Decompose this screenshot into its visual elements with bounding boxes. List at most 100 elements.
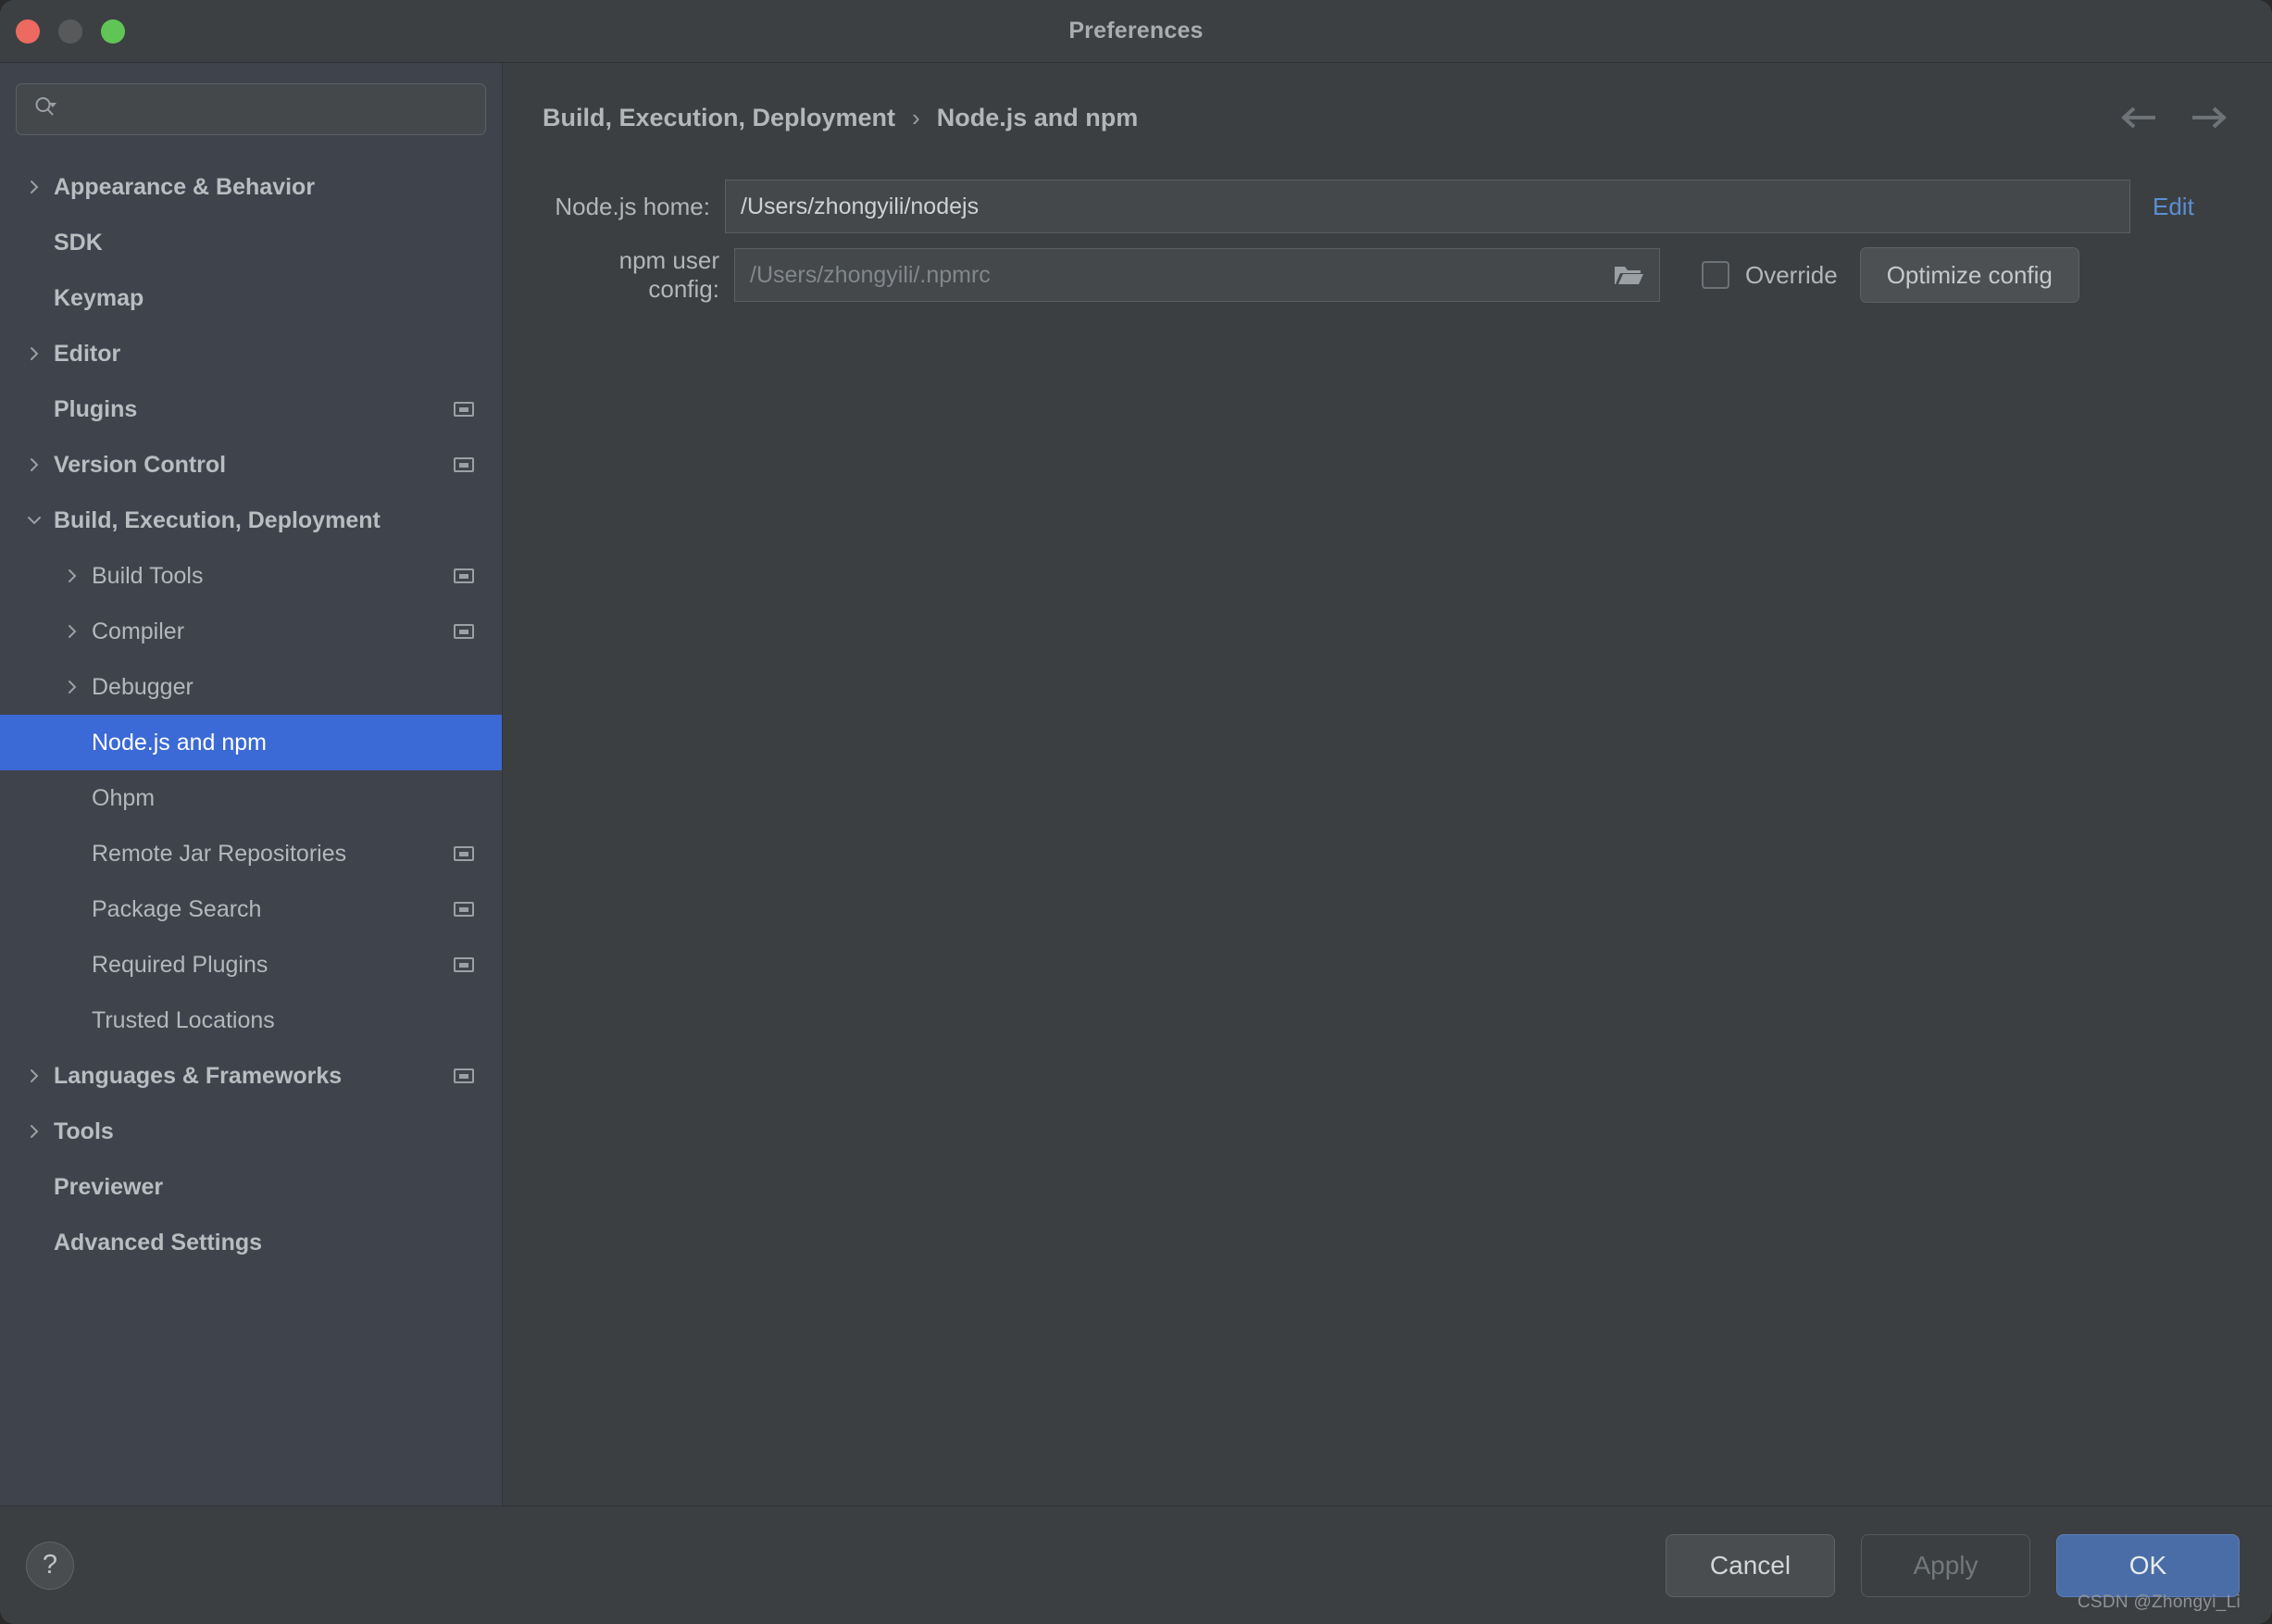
chevron-right-icon <box>53 844 92 863</box>
sidebar-item-debugger[interactable]: Debugger <box>0 659 502 715</box>
sidebar-item-label: Ohpm <box>92 784 156 811</box>
close-window-button[interactable] <box>16 19 40 44</box>
sidebar-item-label: Trusted Locations <box>92 1006 275 1033</box>
ok-button[interactable]: OK <box>2056 1533 2240 1597</box>
project-settings-indicator-icon <box>454 846 474 861</box>
sidebar-item-label: Languages & Frameworks <box>54 1062 343 1089</box>
maximize-window-button[interactable] <box>101 19 125 44</box>
project-settings-indicator-icon <box>454 457 474 472</box>
sidebar-item-label: Debugger <box>92 673 193 700</box>
breadcrumb-current: Node.js and npm <box>936 103 1139 131</box>
preferences-window: Preferences Appearance & Behavior SDK Keym <box>0 0 2272 1624</box>
sidebar-item-label: Build Tools <box>92 562 204 589</box>
folder-icon[interactable] <box>1613 262 1644 288</box>
npm-user-config-input[interactable]: /Users/zhongyili/.npmrc <box>734 248 1660 302</box>
sidebar-item-build-tools[interactable]: Build Tools <box>0 548 502 604</box>
sidebar-item-version-control[interactable]: Version Control <box>0 437 502 493</box>
chevron-right-icon[interactable] <box>15 456 54 474</box>
chevron-right-icon[interactable] <box>53 622 92 641</box>
sidebar-item-sdk[interactable]: SDK <box>0 215 502 270</box>
sidebar-item-label: Keymap <box>54 284 144 311</box>
sidebar-item-required-plugins[interactable]: Required Plugins <box>0 937 502 993</box>
sidebar-item-label: Build, Execution, Deployment <box>54 506 381 533</box>
override-checkbox[interactable] <box>1702 261 1729 289</box>
sidebar-item-advanced-settings[interactable]: Advanced Settings <box>0 1215 502 1270</box>
breadcrumb-parent[interactable]: Build, Execution, Deployment <box>543 104 895 132</box>
optimize-config-button[interactable]: Optimize config <box>1859 247 2079 303</box>
chevron-right-icon <box>15 233 54 252</box>
override-control[interactable]: Override <box>1702 261 1838 290</box>
chevron-right-icon: › <box>912 103 920 131</box>
sidebar-item-build-execution-deployment[interactable]: Build, Execution, Deployment <box>0 493 502 548</box>
project-settings-indicator-icon <box>454 902 474 917</box>
chevron-right-icon <box>15 400 54 418</box>
npm-user-config-placeholder: /Users/zhongyili/.npmrc <box>750 261 991 288</box>
sidebar-item-label: Package Search <box>92 895 262 922</box>
chevron-down-icon[interactable] <box>15 511 54 530</box>
sidebar-item-label: Appearance & Behavior <box>54 173 316 200</box>
project-settings-indicator-icon <box>454 624 474 639</box>
npm-user-config-label: npm user config: <box>618 246 719 303</box>
chevron-right-icon[interactable] <box>15 344 54 363</box>
search-input[interactable] <box>67 97 468 121</box>
sidebar-item-keymap[interactable]: Keymap <box>0 270 502 326</box>
chevron-right-icon[interactable] <box>15 178 54 196</box>
sidebar-item-node-js-and-npm[interactable]: Node.js and npm <box>0 715 502 770</box>
search-icon <box>33 95 57 124</box>
settings-tree: Appearance & Behavior SDK Keymap Editor Plug… <box>0 159 502 1505</box>
forward-arrow-icon[interactable] <box>2187 96 2229 139</box>
chevron-right-icon <box>53 900 92 918</box>
sidebar-item-ohpm[interactable]: Ohpm <box>0 770 502 826</box>
settings-sidebar: Appearance & Behavior SDK Keymap Editor Plug… <box>0 63 503 1505</box>
sidebar-item-compiler[interactable]: Compiler <box>0 604 502 659</box>
window-body: Appearance & Behavior SDK Keymap Editor Plug… <box>0 63 2272 1505</box>
project-settings-indicator-icon <box>454 568 474 583</box>
footer-buttons: Cancel Apply OK <box>1666 1533 2240 1597</box>
project-settings-indicator-icon <box>454 1068 474 1083</box>
sidebar-item-label: SDK <box>54 229 103 256</box>
chevron-right-icon <box>53 956 92 974</box>
sidebar-item-editor[interactable]: Editor <box>0 326 502 381</box>
sidebar-item-label: Version Control <box>54 451 227 478</box>
minimize-window-button[interactable] <box>58 19 82 44</box>
chevron-right-icon <box>15 1233 54 1252</box>
npm-user-config-row: npm user config: /Users/zhongyili/.npmrc <box>503 241 2272 309</box>
back-arrow-icon[interactable] <box>2118 96 2161 139</box>
navigation-arrows <box>2118 96 2229 139</box>
sidebar-item-tools[interactable]: Tools <box>0 1104 502 1159</box>
sidebar-item-languages-frameworks[interactable]: Languages & Frameworks <box>0 1048 502 1104</box>
node-home-label: Node.js home: <box>555 192 710 220</box>
help-button[interactable]: ? <box>26 1541 74 1590</box>
sidebar-item-remote-jar-repositories[interactable]: Remote Jar Repositories <box>0 826 502 881</box>
settings-main-panel: Build, Execution, Deployment › Node.js a… <box>503 63 2272 1505</box>
sidebar-item-label: Tools <box>54 1118 114 1144</box>
search-box[interactable] <box>16 83 486 135</box>
window-controls <box>16 0 125 63</box>
sidebar-item-label: Node.js and npm <box>92 729 268 756</box>
sidebar-item-plugins[interactable]: Plugins <box>0 381 502 437</box>
edit-link[interactable]: Edit <box>2153 193 2194 221</box>
chevron-right-icon <box>15 1178 54 1196</box>
chevron-right-icon <box>53 733 92 752</box>
apply-button[interactable]: Apply <box>1861 1533 2030 1597</box>
node-home-input[interactable]: /Users/zhongyili/nodejs <box>725 180 2130 233</box>
sidebar-item-package-search[interactable]: Package Search <box>0 881 502 937</box>
chevron-right-icon[interactable] <box>53 678 92 696</box>
node-home-row: Node.js home: /Users/zhongyili/nodejs Ed… <box>503 172 2272 241</box>
sidebar-item-label: Required Plugins <box>92 951 268 978</box>
sidebar-item-appearance-behavior[interactable]: Appearance & Behavior <box>0 159 502 215</box>
sidebar-item-previewer[interactable]: Previewer <box>0 1159 502 1215</box>
sidebar-item-trusted-locations[interactable]: Trusted Locations <box>0 993 502 1048</box>
node-home-value: /Users/zhongyili/nodejs <box>741 193 980 219</box>
breadcrumb-bar: Build, Execution, Deployment › Node.js a… <box>503 63 2272 172</box>
chevron-right-icon[interactable] <box>53 567 92 585</box>
project-settings-indicator-icon <box>454 957 474 972</box>
nodejs-settings-form: Node.js home: /Users/zhongyili/nodejs Ed… <box>503 172 2272 309</box>
chevron-right-icon[interactable] <box>15 1067 54 1085</box>
chevron-right-icon[interactable] <box>15 1122 54 1141</box>
window-title: Preferences <box>1068 18 1204 44</box>
cancel-button[interactable]: Cancel <box>1666 1533 1835 1597</box>
sidebar-item-label: Remote Jar Repositories <box>92 840 347 867</box>
sidebar-search-area <box>0 63 502 135</box>
sidebar-item-label: Compiler <box>92 618 185 644</box>
